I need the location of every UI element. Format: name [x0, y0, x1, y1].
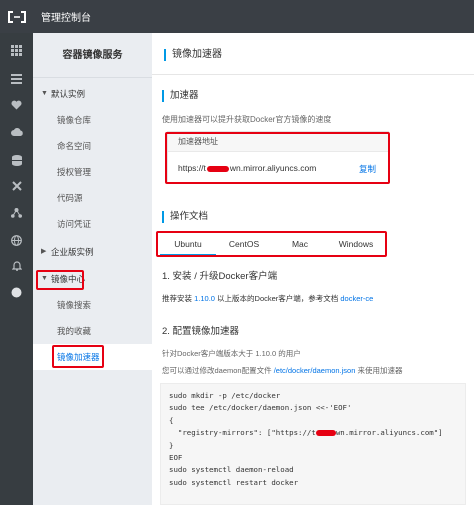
redaction-mark: [206, 165, 229, 172]
heart-icon[interactable]: [0, 96, 33, 114]
globe-icon[interactable]: [0, 231, 33, 249]
code-text: sudo mkdir -p /etc/docker sudo tee /etc/…: [169, 390, 443, 489]
sidebar-item-namespaces[interactable]: 命名空间: [33, 133, 152, 159]
page-title: 镜像加速器: [164, 49, 222, 61]
cloud-icon[interactable]: [0, 123, 33, 141]
caret-right-icon: ▶: [41, 248, 47, 255]
caret-down-icon: ▼: [41, 275, 48, 282]
code-line: sudo tee /etc/docker/daemon.json <<-'EOF…: [169, 403, 352, 413]
redaction-mark: [315, 430, 336, 437]
sidebar-group-default-instance[interactable]: ▼ 默认实例: [33, 81, 152, 107]
step-install-text-b: 以上版本的Docker客户端，参考文档: [214, 294, 341, 303]
docker-version-link[interactable]: 1.10.0: [194, 294, 215, 303]
circle-icon[interactable]: [0, 283, 33, 301]
accelerator-description: 使用加速器可以提升获取Docker官方镜像的速度: [162, 115, 332, 124]
sidebar-group-label: 镜像中心: [51, 274, 86, 284]
sidebar-group-enterprise-instance[interactable]: ▶ 企业版实例: [33, 239, 152, 265]
service-sidebar: 容器镜像服务 ▼ 默认实例 镜像仓库 命名空间 授权管理 代码源 访问凭证 ▶ …: [33, 33, 152, 505]
network-icon[interactable]: [0, 204, 33, 222]
sidebar-item-credentials[interactable]: 访问凭证: [33, 211, 152, 237]
step-install-heading: 1. 安装 / 升级Docker客户端: [162, 271, 278, 282]
sidebar-item-image-search[interactable]: 镜像搜索: [33, 292, 152, 318]
code-line: wn.mirror.aliyuncs.com"]: [335, 428, 443, 438]
top-bar: 管理控制台: [0, 0, 474, 33]
tab-ubuntu[interactable]: Ubuntu: [160, 234, 216, 256]
code-line: {: [169, 415, 174, 425]
sidebar-group-image-center[interactable]: ▼ 镜像中心: [33, 266, 152, 292]
aliyun-logo-icon[interactable]: [0, 0, 33, 33]
code-line: }: [169, 440, 174, 450]
tab-centos[interactable]: CentOS: [216, 234, 272, 256]
accelerator-address-label: 加速器地址: [168, 132, 388, 152]
sidebar-item-authorization[interactable]: 授权管理: [33, 159, 152, 185]
code-line: sudo systemctl daemon-reload: [169, 465, 294, 475]
tab-windows[interactable]: Windows: [328, 234, 384, 256]
step-config-line2: 您可以通过修改daemon配置文件 /etc/docker/daemon.jso…: [162, 365, 403, 376]
step-config-heading: 2. 配置镜像加速器: [162, 326, 240, 337]
step-config-line2-a: 您可以通过修改daemon配置文件: [162, 366, 274, 375]
code-block[interactable]: sudo mkdir -p /etc/docker sudo tee /etc/…: [160, 383, 466, 505]
sidebar-title: 容器镜像服务: [33, 33, 152, 78]
sidebar-item-accelerator[interactable]: 镜像加速器: [33, 344, 152, 370]
code-line: sudo mkdir -p /etc/docker: [169, 391, 281, 400]
docker-ce-link[interactable]: docker-ce: [340, 294, 373, 303]
accelerator-url-suffix: wn.mirror.aliyuncs.com: [229, 163, 317, 173]
accelerator-address-box: 加速器地址 https://t wn.mirror.aliyuncs.com 复制: [167, 131, 389, 183]
accelerator-url[interactable]: https://t wn.mirror.aliyuncs.com: [178, 163, 316, 173]
tab-mac[interactable]: Mac: [272, 234, 328, 256]
icon-rail: [0, 33, 33, 505]
daemon-json-path: /etc/docker/daemon.json: [273, 366, 356, 375]
sidebar-group-label: 默认实例: [51, 89, 86, 99]
accelerator-heading: 加速器: [162, 90, 199, 102]
os-tabs: Ubuntu CentOS Mac Windows: [160, 234, 384, 256]
copy-button[interactable]: 复制: [359, 163, 376, 175]
step-config-line1: 针对Docker客户端版本大于 1.10.0 的用户: [162, 349, 301, 358]
sidebar-item-repositories[interactable]: 镜像仓库: [33, 107, 152, 133]
sidebar-item-code-source[interactable]: 代码源: [33, 185, 152, 211]
step-install-text-a: 推荐安装: [162, 294, 195, 303]
divider: [152, 74, 474, 75]
step-config-line2-b: 来使用加速器: [355, 366, 403, 375]
code-line: sudo systemctl restart docker: [169, 477, 299, 487]
database-icon[interactable]: [0, 151, 33, 169]
caret-down-icon: ▼: [41, 90, 48, 97]
accelerator-url-prefix: https://t: [178, 163, 206, 173]
cross-icon[interactable]: [0, 177, 33, 195]
console-title[interactable]: 管理控制台: [41, 9, 91, 24]
sidebar-item-favorites[interactable]: 我的收藏: [33, 318, 152, 344]
main-content: 镜像加速器 加速器 使用加速器可以提升获取Docker官方镜像的速度 加速器地址…: [152, 33, 474, 505]
code-line: "registry-mirrors": ["https://t: [169, 428, 316, 438]
bell-icon[interactable]: [0, 256, 33, 274]
code-line: EOF: [169, 453, 183, 463]
docs-heading: 操作文档: [162, 211, 208, 223]
grid-icon[interactable]: [0, 41, 33, 59]
step-install-text: 推荐安装 1.10.0 以上版本的Docker客户端，参考文档 docker-c…: [162, 293, 373, 304]
list-icon[interactable]: [0, 70, 33, 88]
sidebar-group-label: 企业版实例: [51, 247, 94, 257]
